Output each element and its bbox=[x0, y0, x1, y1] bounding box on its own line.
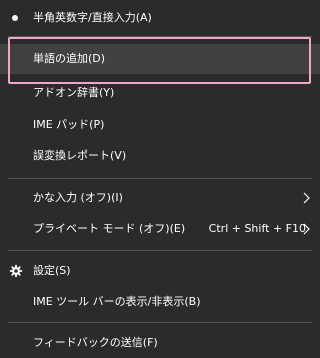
menu-item-label: かな入力 (オフ)(I) bbox=[33, 191, 123, 204]
menu-separator bbox=[8, 178, 312, 179]
menu-item-send-feedback[interactable]: フィードバックの送信(F) bbox=[0, 328, 320, 358]
menu-separator bbox=[8, 250, 312, 251]
keyboard-shortcut: Ctrl + Shift + F10 bbox=[208, 222, 306, 235]
gear-icon bbox=[9, 264, 23, 278]
menu-item-label: 設定(S) bbox=[33, 264, 71, 277]
menu-item-label: IME パッド(P) bbox=[33, 118, 105, 131]
menu-item-label: IME ツール バーの表示/非表示(B) bbox=[33, 295, 201, 308]
menu-item-label: プライベート モード (オフ)(E) bbox=[33, 222, 186, 235]
menu-item-label: 半角英数字/直接入力(A) bbox=[33, 11, 152, 24]
menu-item-add-word[interactable]: 単語の追加(D) bbox=[0, 44, 320, 74]
menu-item-label: フィードバックの送信(F) bbox=[33, 336, 158, 349]
ime-context-menu: 半角英数字/直接入力(A) 単語の追加(D) アドオン辞書(Y) IME パッド… bbox=[0, 0, 320, 358]
menu-item-label: 単語の追加(D) bbox=[33, 52, 106, 65]
menu-item-settings[interactable]: 設定(S) bbox=[0, 256, 320, 286]
chevron-right-icon bbox=[303, 192, 310, 204]
menu-item-conversion-error-report[interactable]: 誤変換レポート(V) bbox=[0, 141, 320, 171]
menu-item-private-mode[interactable]: プライベート モード (オフ)(E) Ctrl + Shift + F10 bbox=[0, 214, 320, 244]
menu-item-toggle-ime-toolbar[interactable]: IME ツール バーの表示/非表示(B) bbox=[0, 287, 320, 317]
menu-item-addon-dictionary[interactable]: アドオン辞書(Y) bbox=[0, 78, 320, 108]
menu-separator bbox=[8, 322, 312, 323]
bullet-icon bbox=[12, 15, 18, 21]
menu-item-label: 誤変換レポート(V) bbox=[33, 149, 127, 162]
menu-item-halfwidth-alphanumeric[interactable]: 半角英数字/直接入力(A) bbox=[0, 3, 320, 33]
menu-item-label: アドオン辞書(Y) bbox=[33, 86, 115, 99]
menu-item-ime-pad[interactable]: IME パッド(P) bbox=[0, 110, 320, 140]
menu-item-kana-input[interactable]: かな入力 (オフ)(I) bbox=[0, 183, 320, 213]
chevron-right-icon bbox=[303, 223, 310, 235]
menu-separator bbox=[8, 36, 312, 37]
